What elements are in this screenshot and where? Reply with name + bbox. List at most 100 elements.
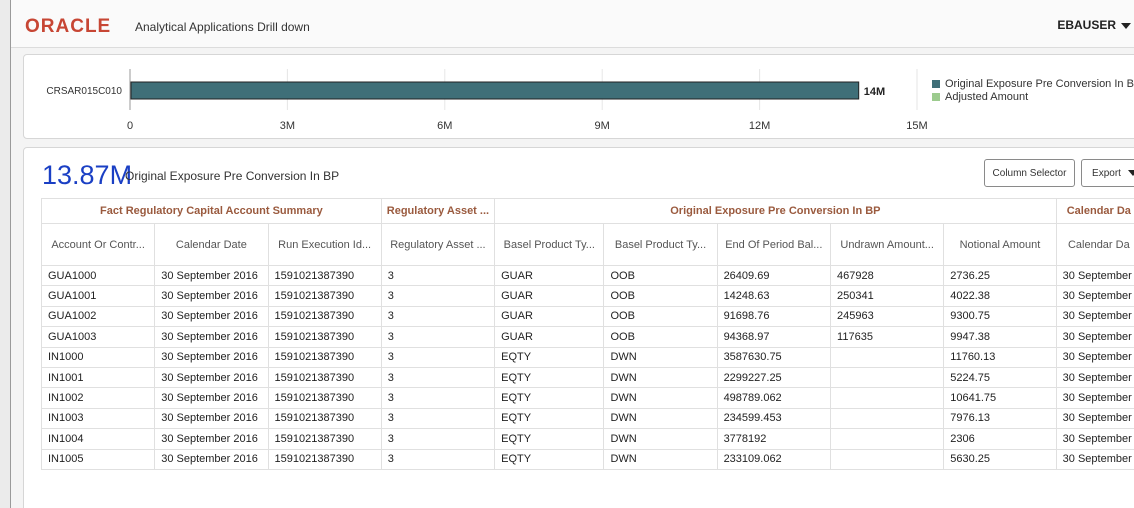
table-cell: GUA1003 [40,326,156,348]
table-cell: 250341 [830,285,945,307]
table-cell: 3 [380,346,496,368]
table-row[interactable]: GUA1003 30 September 2016 1591021387390 3 GU… [40,326,1134,348]
table-cell: EQTY [494,346,605,368]
chart-legend: Original Exposure Pre Conversion In BP A… [932,77,1134,103]
table-cell: 9300.75 [943,305,1057,328]
table-cell: GUA1001 [40,285,156,307]
summary-value: 13.87M [42,160,133,190]
summary-label: Original Exposure Pre Conversion In BP [125,169,340,183]
table-cell: GUAR [494,305,605,328]
table-cell: 94368.97 [716,326,832,348]
table-cell: 233109.062 [716,448,832,470]
table-cell: 467928 [830,264,945,287]
table-row[interactable]: GUA1002 30 September 2016 1591021387390 3 GU… [40,305,1134,328]
bar-chart-panel: 0 3M 6M 9M 12M 15M CRSAR015C010 14M Original Ex… [23,54,1134,139]
table-cell: EQTY [494,387,605,409]
table-cell: 10641.75 [943,387,1057,409]
legend-item-original-exposure[interactable]: Original Exposure Pre Conversion In BP [932,77,1134,90]
column-header[interactable]: Account Or Contr... [40,223,156,266]
table-row[interactable]: GUA1000 30 September 2016 1591021387390 3 GU… [40,264,1134,287]
column-selector-label: Column Selector [992,167,1067,179]
table-cell: EQTY [494,448,605,470]
table-row[interactable]: GUA1001 30 September 2016 1591021387390 3 GU… [40,285,1134,307]
table-cell: 14248.63 [716,285,832,307]
column-header[interactable]: Regulatory Asset ... [380,223,496,266]
column-header[interactable]: Run Execution Id... [267,223,382,266]
table-cell: 30 September 2 [1055,305,1134,328]
table-cell: 30 September 2 [1055,346,1134,368]
x-tick-label: 6M [437,120,452,132]
legend-swatch-adjusted-amount [932,92,940,101]
table-cell: 3 [380,428,496,450]
x-tick-label: 15M [906,120,927,132]
legend-label: Adjusted Amount [945,90,1029,103]
table-cell: 30 September 2 [1055,285,1134,307]
export-button[interactable]: Export [1081,159,1134,187]
group-header[interactable]: Regulatory Asset ... [380,198,496,224]
table-cell: 1591021387390 [267,387,382,409]
table-cell: 2299227.25 [716,366,832,389]
x-tick-label: 12M [749,120,770,132]
table-cell: 1591021387390 [267,428,382,450]
table-cell: 26409.69 [716,264,832,287]
column-header[interactable]: Notional Amount [943,223,1057,266]
table-cell: IN1001 [40,366,156,389]
table-column-header-row: Account Or Contr... Calendar Date Run Exec… [40,223,1134,266]
table-cell: 3778192 [716,428,832,450]
column-header[interactable]: Calendar Date [154,223,269,266]
bar-original-exposure [130,81,860,100]
user-menu[interactable]: EBAUSER [1057,18,1131,32]
x-tick-label: 3M [280,120,295,132]
group-header[interactable]: Calendar Da [1055,198,1134,224]
table-row[interactable]: IN1001 30 September 2016 1591021387390 3 EQT… [40,366,1134,389]
table-cell: 9947.38 [943,326,1057,348]
table-cell: 234599.453 [716,407,832,430]
column-header[interactable]: End Of Period Bal... [716,223,832,266]
table-row[interactable]: IN1000 30 September 2016 1591021387390 3 EQT… [40,346,1134,368]
column-header[interactable]: Calendar Da [1055,223,1134,266]
table-cell: 30 September 2016 [154,285,269,307]
table-cell: 30 September 2 [1055,264,1134,287]
table-cell: 3 [380,407,496,430]
table-row[interactable]: IN1005 30 September 2016 1591021387390 3 EQT… [40,448,1134,470]
table-cell: 30 September 2 [1055,407,1134,430]
table-cell: 30 September 2016 [154,387,269,409]
x-tick-label: 0 [127,120,133,132]
user-name: EBAUSER [1057,18,1116,32]
group-header[interactable]: Original Exposure Pre Conversion In BP [494,198,1057,224]
table-cell: EQTY [494,366,605,389]
table-cell: 30 September 2016 [154,407,269,430]
table-cell: 30 September 2016 [154,305,269,328]
table-cell: 3587630.75 [716,346,832,368]
table-cell: OOB [603,326,718,348]
table-cell [830,428,945,450]
app-header: ORACLE Analytical Applications Drill dow… [11,0,1134,48]
column-header[interactable]: Undrawn Amount... [830,223,945,266]
column-header[interactable]: Basel Product Ty... [494,223,605,266]
table-cell: IN1003 [40,407,156,430]
bar-data-label: 14M [864,86,885,98]
table-cell: 1591021387390 [267,448,382,470]
column-header[interactable]: Basel Product Ty... [603,223,718,266]
group-header[interactable]: Fact Regulatory Capital Account Summary [41,198,382,224]
table-cell: 5224.75 [943,366,1057,389]
table-cell: DWN [603,366,718,389]
column-selector-button[interactable]: Column Selector [984,159,1075,187]
table-cell: 11760.13 [943,346,1057,368]
table-cell [830,448,945,470]
table-row[interactable]: IN1003 30 September 2016 1591021387390 3 EQT… [40,407,1134,430]
table-row[interactable]: IN1004 30 September 2016 1591021387390 3 EQT… [40,428,1134,450]
table-cell: IN1002 [40,387,156,409]
oracle-logo: ORACLE [25,16,112,37]
table-cell [830,366,945,389]
table-row[interactable]: IN1002 30 September 2016 1591021387390 3 EQT… [40,387,1134,409]
legend-item-adjusted-amount[interactable]: Adjusted Amount [932,90,1134,103]
table-cell: 30 September 2016 [154,326,269,348]
table-cell: 2306 [943,428,1057,450]
table-cell: 1591021387390 [267,285,382,307]
table-cell: 3 [380,285,496,307]
table-cell: 5630.25 [943,448,1057,470]
table-cell: 245963 [830,305,945,328]
table-cell: 3 [380,305,496,328]
table-cell: 3 [380,326,496,348]
